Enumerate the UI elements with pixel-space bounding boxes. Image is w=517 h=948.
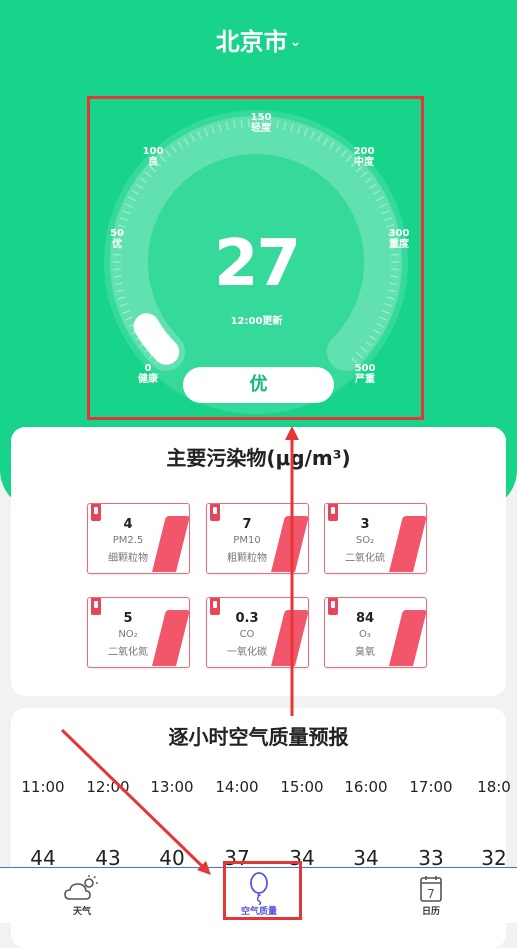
pollutants-title: 主要污染物(μg/m³) — [11, 442, 506, 471]
annotation-highlight-tab — [223, 861, 302, 920]
pollutants-card: 主要污染物(μg/m³) 4 PM2.5 细颗粒物 7 PM10 粗颗粒物 3 … — [11, 427, 506, 696]
pollutant-code: NO₂ — [88, 629, 168, 640]
pollutant-name: 一氧化碳 — [207, 643, 287, 658]
forecast-title: 逐小时空气质量预报 — [11, 721, 506, 750]
pollutant-code: PM10 — [207, 535, 287, 546]
pollutant-name: 二氧化氮 — [88, 643, 168, 658]
tab-calendar[interactable]: 7 日历 — [381, 868, 481, 923]
cloud-sun-icon — [62, 872, 102, 904]
forecast-hour: 15:00 — [270, 778, 334, 796]
pollutant-card-pm25[interactable]: 4 PM2.5 细颗粒物 — [87, 503, 190, 574]
pollutant-code: CO — [207, 629, 287, 640]
pollutant-value: 84 — [325, 611, 405, 626]
tab-label: 日历 — [381, 904, 481, 917]
city-name: 北京市 — [216, 28, 288, 56]
pollutant-value: 3 — [325, 517, 405, 532]
pollutant-value: 4 — [88, 517, 168, 532]
forecast-hour: 16:00 — [334, 778, 398, 796]
pollutant-name: 臭氧 — [325, 643, 405, 658]
pollutant-card-co[interactable]: 0.3 CO 一氧化碳 — [206, 597, 309, 668]
pollutant-value: 7 — [207, 517, 287, 532]
forecast-hour: 11:00 — [11, 778, 75, 796]
forecast-hour: 13:00 — [140, 778, 204, 796]
annotation-highlight-gauge — [87, 96, 424, 420]
forecast-hour: 17:00 — [399, 778, 463, 796]
tab-label: 天气 — [32, 904, 132, 917]
forecast-hour: 18:0 — [462, 778, 517, 796]
pollutant-card-no2[interactable]: 5 NO₂ 二氧化氮 — [87, 597, 190, 668]
calendar-icon: 7 — [419, 875, 443, 903]
calendar-day: 7 — [427, 887, 435, 901]
pollutant-code: PM2.5 — [88, 535, 168, 546]
pollutant-card-pm10[interactable]: 7 PM10 粗颗粒物 — [206, 503, 309, 574]
tab-weather[interactable]: 天气 — [32, 868, 132, 923]
pollutant-code: O₃ — [325, 629, 405, 640]
pollutant-name: 细颗粒物 — [88, 549, 168, 564]
forecast-hour: 12:00 — [76, 778, 140, 796]
pollutant-code: SO₂ — [325, 535, 405, 546]
city-selector[interactable]: 北京市⌄ — [0, 22, 517, 57]
chevron-down-icon: ⌄ — [290, 34, 302, 50]
pollutant-value: 0.3 — [207, 611, 287, 626]
pollutant-card-o3[interactable]: 84 O₃ 臭氧 — [324, 597, 427, 668]
pollutant-value: 5 — [88, 611, 168, 626]
forecast-hour: 14:00 — [205, 778, 269, 796]
pollutant-card-so2[interactable]: 3 SO₂ 二氧化硫 — [324, 503, 427, 574]
pollutant-name: 粗颗粒物 — [207, 549, 287, 564]
pollutant-name: 二氧化硫 — [325, 549, 405, 564]
